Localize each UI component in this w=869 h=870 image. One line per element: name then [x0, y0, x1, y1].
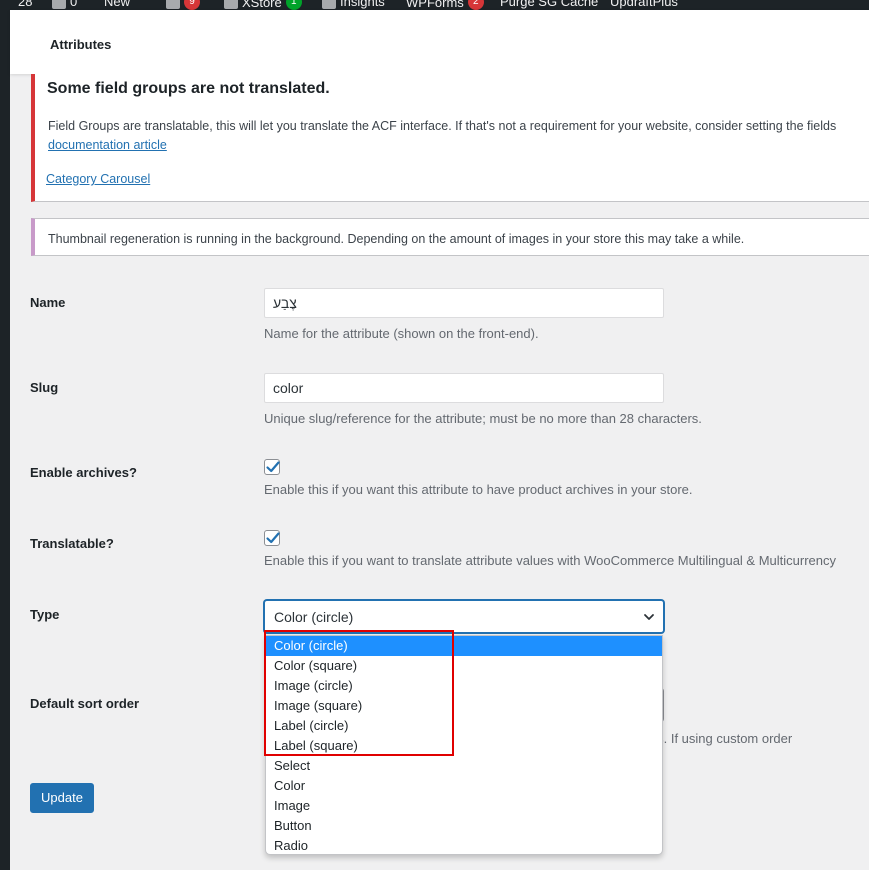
admin-bar-insights[interactable]: Insights: [322, 0, 385, 9]
type-option-image-square[interactable]: Image (square): [266, 696, 662, 716]
slug-description: Unique slug/reference for the attribute;…: [264, 411, 702, 426]
admin-bar-purge-cache[interactable]: Purge SG Cache: [500, 0, 598, 9]
admin-bar-updraftplus-label: UpdraftPlus: [610, 0, 678, 9]
type-option-color-square[interactable]: Color (square): [266, 656, 662, 676]
type-option-label-circle[interactable]: Label (circle): [266, 716, 662, 736]
slug-input[interactable]: color: [264, 373, 664, 403]
archives-checkbox[interactable]: [264, 459, 280, 475]
archives-label: Enable archives?: [30, 465, 137, 480]
translatable-label: Translatable?: [30, 536, 114, 551]
type-label: Type: [30, 607, 60, 622]
type-selected-value: Color (circle): [274, 609, 354, 625]
admin-bar-comments[interactable]: 0: [52, 0, 77, 9]
admin-bar-new-label: New: [104, 0, 131, 9]
type-option-button[interactable]: Button: [266, 816, 662, 836]
admin-bar-plugin[interactable]: 9: [166, 0, 200, 10]
sort-order-label: Default sort order: [30, 696, 140, 711]
admin-bar-wpforms[interactable]: WPForms 2: [406, 0, 484, 10]
name-description: Name for the attribute (shown on the fro…: [264, 326, 539, 341]
admin-bar-xstore-badge: 1: [285, 0, 302, 10]
admin-bar-wpforms-badge: 2: [467, 0, 484, 10]
admin-bar-comments-count: 0: [70, 0, 78, 9]
type-option-image[interactable]: Image: [266, 796, 662, 816]
admin-bar-purge-cache-label: Purge SG Cache: [500, 0, 599, 9]
admin-sidebar-edge: [0, 10, 10, 870]
type-option-color[interactable]: Color: [266, 776, 662, 796]
plugin-icon: [166, 0, 180, 9]
xstore-icon: [224, 0, 238, 9]
slug-label: Slug: [30, 380, 59, 395]
type-option-select[interactable]: Select: [266, 756, 662, 776]
page-header: Attributes: [10, 10, 869, 74]
translatable-checkbox[interactable]: [264, 530, 280, 546]
page-title: Attributes: [50, 37, 112, 52]
type-option-color-circle[interactable]: Color (circle): [266, 636, 662, 656]
checkmark-icon: [266, 461, 280, 473]
type-option-label-square[interactable]: Label (square): [266, 736, 662, 756]
type-select[interactable]: Color (circle): [264, 600, 664, 633]
type-dropdown-list: Color (circle) Color (square) Image (cir…: [265, 635, 663, 855]
translatable-description: Enable this if you want to translate att…: [264, 553, 837, 568]
notice-title: Some field groups are not translated.: [47, 80, 330, 97]
admin-bar: 28 0 New 9 XStore 1 Insights WPForms 2 Pur…: [0, 0, 869, 10]
documentation-link[interactable]: documentation article: [48, 138, 167, 152]
archives-description: Enable this if you want this attribute t…: [264, 482, 693, 497]
admin-bar-wpforms-label: WPForms: [406, 0, 464, 10]
admin-bar-updates-count: 28: [18, 0, 33, 9]
admin-bar-updates[interactable]: 28: [18, 0, 32, 9]
comment-icon: [52, 0, 66, 9]
name-label: Name: [30, 295, 66, 310]
chevron-down-icon: [644, 614, 654, 620]
admin-bar-xstore-label: XStore: [242, 0, 282, 10]
admin-bar-insights-label: Insights: [340, 0, 385, 9]
admin-bar-updraftplus[interactable]: UpdraftPlus: [610, 0, 678, 9]
acf-translation-notice: Some field groups are not translated. Fi…: [31, 74, 869, 202]
insights-icon: [322, 0, 336, 9]
category-carousel-link[interactable]: Category Carousel: [46, 172, 150, 186]
thumbnail-notice-message: Thumbnail regeneration is running in the…: [48, 232, 745, 246]
notice-message: Field Groups are translatable, this will…: [48, 119, 837, 133]
admin-bar-xstore[interactable]: XStore 1: [224, 0, 302, 10]
admin-bar-plugin-badge: 9: [184, 0, 200, 10]
update-button[interactable]: Update: [30, 783, 94, 813]
type-option-image-circle[interactable]: Image (circle): [266, 676, 662, 696]
type-option-radio[interactable]: Radio: [266, 836, 662, 854]
admin-bar-new[interactable]: New: [104, 0, 130, 9]
name-input[interactable]: צֶבַע: [264, 288, 664, 318]
checkmark-icon: [266, 532, 280, 544]
thumbnail-regeneration-notice: Thumbnail regeneration is running in the…: [31, 218, 869, 256]
